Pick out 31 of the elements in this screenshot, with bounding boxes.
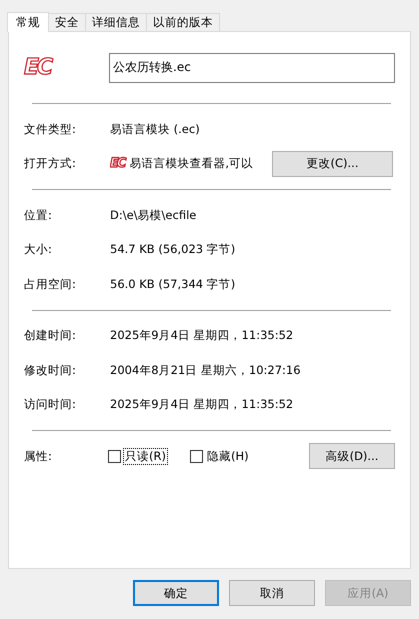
- field-label: 占用空间:: [24, 276, 77, 292]
- field-value: 易语言模块 (.ec): [110, 122, 200, 137]
- field-label: 位置:: [24, 208, 53, 223]
- change-button[interactable]: 更改(C)...: [272, 150, 393, 177]
- tab[interactable]: 以前的版本: [146, 13, 220, 31]
- checkbox[interactable]: [108, 450, 121, 462]
- field-value: 2025年9月4日 星期四，11:35:52: [110, 328, 294, 344]
- checkbox-label[interactable]: 只读(R): [123, 448, 168, 464]
- field-value: 2004年8月21日 星期六，10:27:16: [110, 362, 301, 378]
- dialog-button[interactable]: 确定: [133, 580, 219, 606]
- field-label: 大小:: [24, 242, 53, 258]
- checkbox-label[interactable]: 隐藏(H): [204, 448, 251, 464]
- field-value: 54.7 KB (56,023 字节): [110, 242, 236, 258]
- dialog-button[interactable]: 取消: [229, 580, 315, 606]
- app-name: 易语言模块查看器,可以: [129, 156, 254, 172]
- advanced-button[interactable]: 高级(D)...: [309, 443, 395, 469]
- field-label: 访问时间:: [24, 397, 77, 412]
- field-label: 文件类型:: [24, 122, 77, 137]
- file-name-field[interactable]: 公农历转换.ec: [109, 52, 395, 82]
- ec-logo-icon: EC: [110, 156, 124, 172]
- field-value: 56.0 KB (57,344 字节): [110, 276, 236, 292]
- ec-logo-icon: EC: [24, 55, 109, 80]
- field-label: 修改时间:: [24, 362, 77, 378]
- tab[interactable]: 常规: [7, 12, 49, 32]
- field-label: 打开方式:: [24, 156, 77, 172]
- field-label: 属性:: [24, 448, 53, 464]
- field-value: D:\e\易模\ecfile: [110, 208, 196, 223]
- field-value: 2025年9月4日 星期四，11:35:52: [110, 397, 294, 412]
- checkbox[interactable]: [190, 450, 203, 462]
- field-label: 创建时间:: [24, 328, 77, 344]
- tab[interactable]: 安全: [48, 13, 86, 31]
